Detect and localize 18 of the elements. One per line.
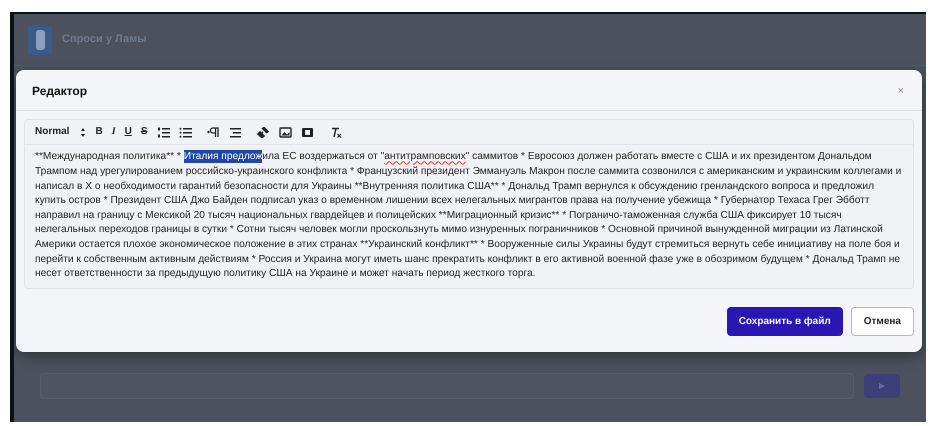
save-to-file-button[interactable]: Сохранить в файл [726,306,843,336]
bullet-list-icon[interactable] [178,126,192,138]
bold-button[interactable]: B [95,126,103,138]
paragraph-direction-icon[interactable] [206,126,220,138]
italic-button[interactable]: I [112,126,116,138]
dialog-title: Редактор [32,84,88,98]
image-icon[interactable] [278,126,292,138]
link-icon[interactable] [256,126,270,138]
video-icon[interactable] [300,126,314,138]
align-icon[interactable] [228,126,242,138]
underline-button[interactable]: U [124,126,132,138]
cancel-button[interactable]: Отмена [850,306,914,336]
app-logo-icon [28,24,52,54]
dropdown-arrows-icon[interactable] [80,126,86,138]
strikethrough-button[interactable]: S [140,126,148,138]
send-icon [878,382,886,390]
format-dropdown[interactable]: Normal [35,126,70,138]
ordered-list-icon[interactable] [156,126,170,138]
